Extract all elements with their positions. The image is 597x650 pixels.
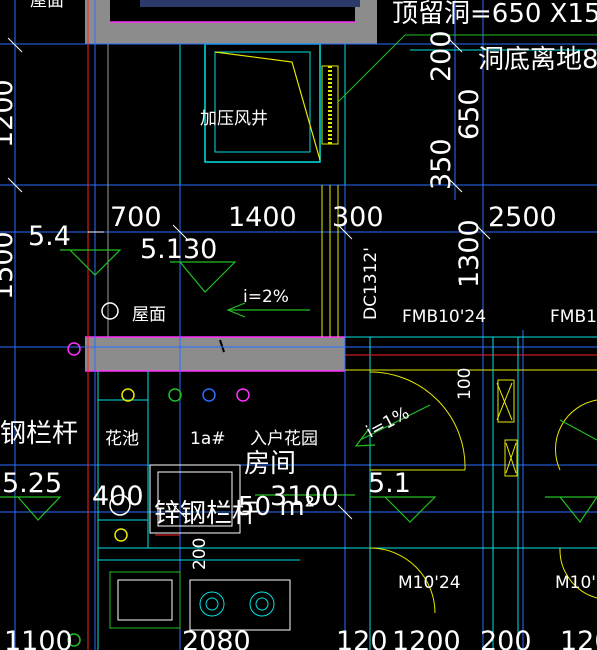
label-opening-note: 顶留洞=650 X150 [392, 0, 597, 29]
dim-2500: 2500 [488, 202, 557, 233]
label-door-fmb-2: FMB1 [550, 307, 597, 327]
label-roof-top: 屋面 [30, 0, 64, 11]
label-window-dc: DC1312' [361, 247, 381, 320]
dim-100-vertical: 100 [455, 368, 475, 400]
dim-200-vertical-b: 200 [190, 538, 210, 570]
dim-1200-left: 1200 [0, 79, 19, 148]
label-unit-1a: 1a# [190, 429, 225, 449]
label-railing-left: 钢栏杆 [0, 419, 78, 449]
dim-300: 300 [332, 202, 384, 233]
dim-400: 400 [92, 481, 144, 512]
elevation-5-1: 5.1 [368, 468, 411, 499]
canvas-background [0, 0, 597, 650]
dim-1200-b: 1200 [392, 626, 461, 650]
label-opening-height: 洞底离地80 [478, 45, 597, 75]
elevation-5-4: 5.4 [28, 221, 71, 252]
dim-700: 700 [110, 202, 162, 233]
dim-120: 120 [336, 626, 388, 650]
label-door-m10-1: M10'24 [398, 573, 461, 593]
label-roof-mid: 屋面 [132, 305, 166, 325]
dim-1400: 1400 [228, 202, 297, 233]
label-room: 房间 [244, 449, 296, 479]
dim-1500-left: 1500 [0, 231, 19, 300]
dim-200-b: 200 [480, 626, 532, 650]
mid-wall [85, 336, 345, 372]
elevation-5-130: 5.130 [140, 234, 217, 265]
dim-1300-vertical: 1300 [454, 219, 485, 288]
cad-drawing-canvas[interactable]: 屋面 顶留洞=650 X150 洞底离地80 加压风井 200 650 350 … [0, 0, 597, 650]
label-pressure-shaft: 加压风井 [200, 109, 268, 129]
label-entry-garden: 入户花园 [250, 429, 318, 449]
label-flower-bed: 花池 [105, 429, 139, 449]
elevation-5-25: 5.25 [2, 468, 62, 499]
slope-2-percent: i=2% [243, 287, 289, 307]
dim-2080: 2080 [182, 626, 251, 650]
dim-350-vertical: 350 [426, 138, 457, 190]
dim-200-vertical: 200 [426, 30, 457, 82]
dim-1100: 1100 [4, 626, 73, 650]
label-door-fmb-1: FMB10'24 [402, 307, 486, 327]
label-door-m10-2: M10'24 [555, 573, 597, 593]
top-wall [85, 0, 377, 44]
dim-650-vertical: 650 [454, 88, 485, 140]
dim-1200-c: 1200 [560, 626, 597, 650]
label-area: 50 m² [238, 492, 315, 522]
